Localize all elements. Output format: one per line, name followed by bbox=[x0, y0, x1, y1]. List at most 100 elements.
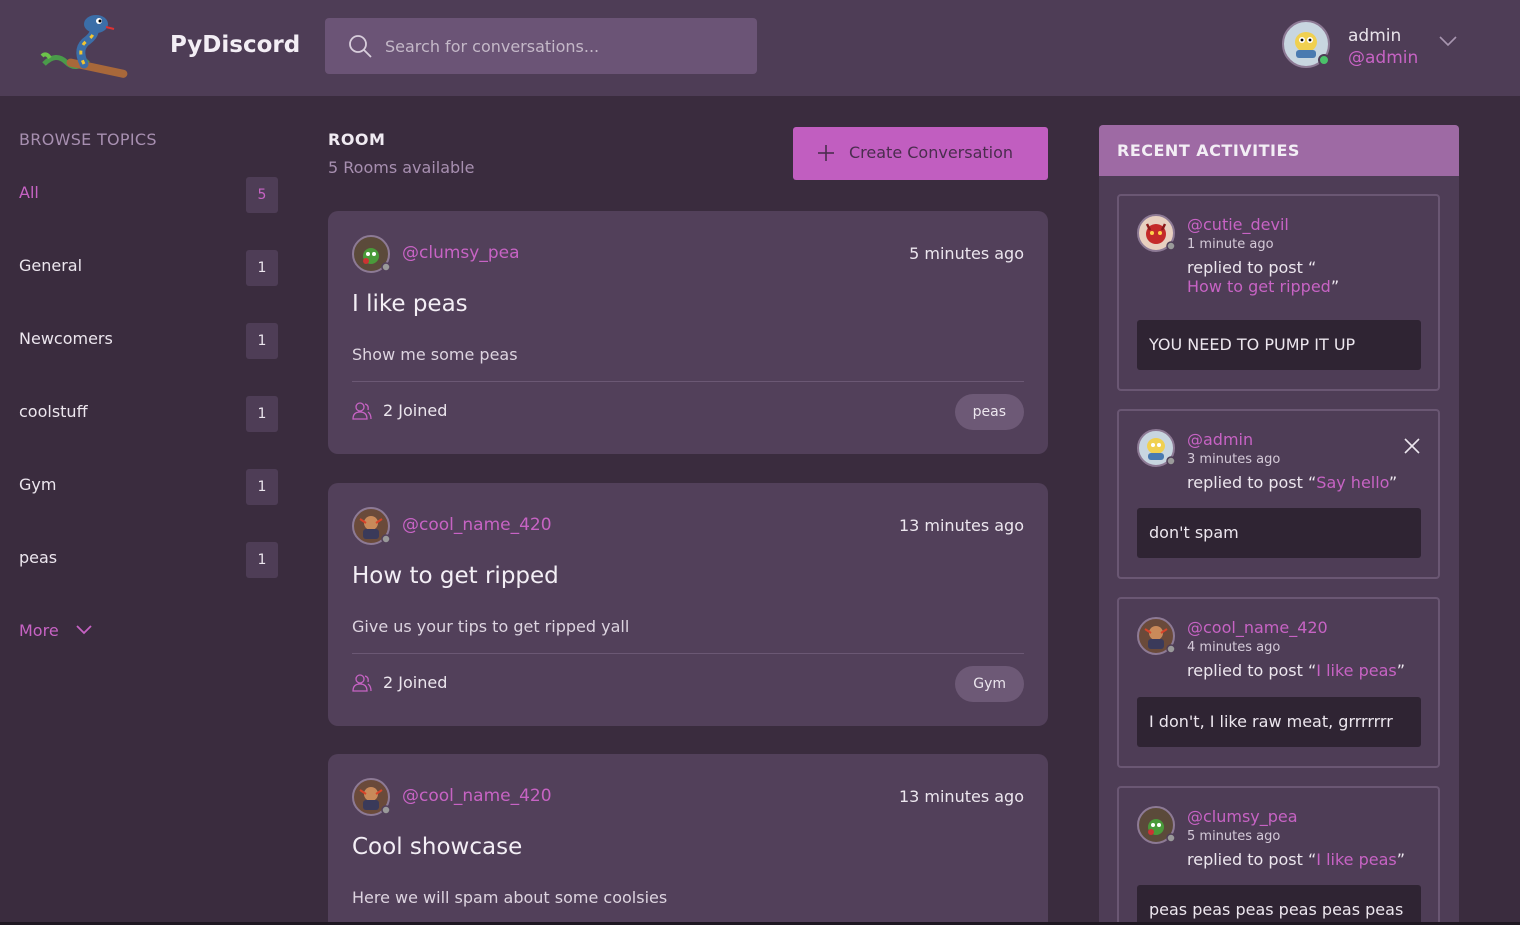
recent-activities-panel: RECENT ACTIVITIES @cutie_devil 1 minute … bbox=[1099, 125, 1459, 925]
joined-count: 2 Joined bbox=[383, 401, 448, 420]
search-icon[interactable] bbox=[347, 33, 373, 59]
avatar[interactable] bbox=[1137, 617, 1175, 655]
create-conversation-button[interactable]: Create Conversation bbox=[793, 127, 1048, 180]
search-bar bbox=[325, 18, 757, 74]
room-title-link[interactable]: I like peas bbox=[352, 291, 468, 317]
activity-author-link[interactable]: @clumsy_pea bbox=[1187, 807, 1298, 826]
avatar[interactable] bbox=[352, 778, 390, 816]
room-card: @cool_name_420 13 minutes ago How to get… bbox=[328, 483, 1048, 726]
activity-suffix: ” bbox=[1396, 850, 1406, 869]
activity-timestamp: 5 minutes ago bbox=[1187, 829, 1281, 844]
room-title-link[interactable]: How to get ripped bbox=[352, 563, 559, 589]
activity-suffix: ” bbox=[1396, 661, 1406, 680]
activity-post-link[interactable]: I like peas bbox=[1316, 850, 1396, 869]
room-title-link[interactable]: Cool showcase bbox=[352, 834, 522, 860]
divider bbox=[352, 653, 1024, 654]
room-card: @clumsy_pea 5 minutes ago I like peas Sh… bbox=[328, 211, 1048, 454]
close-icon[interactable] bbox=[1403, 437, 1421, 455]
user-name: admin bbox=[1348, 26, 1402, 46]
activity-suffix: ” bbox=[1388, 473, 1398, 492]
room-timestamp: 5 minutes ago bbox=[909, 244, 1024, 263]
topic-count-badge: 1 bbox=[246, 323, 278, 359]
topic-count-badge: 1 bbox=[246, 250, 278, 286]
users-icon bbox=[352, 402, 372, 420]
room-author-link[interactable]: @clumsy_pea bbox=[402, 243, 520, 263]
activity-message: YOU NEED TO PUMP IT UP bbox=[1137, 320, 1421, 370]
room-description: Here we will spam about some coolsies bbox=[352, 888, 668, 907]
app-title[interactable]: PyDiscord bbox=[170, 32, 300, 58]
activity-card: @clumsy_pea 5 minutes ago replied to pos… bbox=[1117, 786, 1440, 925]
activity-card: @cool_name_420 4 minutes ago replied to … bbox=[1117, 597, 1440, 768]
users-icon bbox=[352, 674, 372, 692]
chevron-down-icon bbox=[76, 625, 92, 635]
topic-label: Newcomers bbox=[19, 329, 113, 348]
topic-label: All bbox=[19, 183, 39, 202]
recent-activities-header: RECENT ACTIVITIES bbox=[1099, 125, 1459, 176]
top-header: PyDiscord admin @admin bbox=[0, 0, 1520, 96]
topic-item-general[interactable]: General 1 bbox=[19, 250, 279, 286]
topic-label: peas bbox=[19, 548, 58, 567]
room-heading: ROOM bbox=[328, 130, 386, 149]
avatar[interactable] bbox=[1137, 806, 1175, 844]
room-author-link[interactable]: @cool_name_420 bbox=[402, 786, 552, 806]
topic-item-peas[interactable]: peas 1 bbox=[19, 542, 279, 578]
search-input[interactable] bbox=[385, 18, 745, 74]
topic-item-newcomers[interactable]: Newcomers 1 bbox=[19, 323, 279, 359]
avatar[interactable] bbox=[1282, 20, 1330, 68]
create-conversation-label: Create Conversation bbox=[849, 143, 1014, 162]
activity-card: @cutie_devil 1 minute ago replied to pos… bbox=[1117, 194, 1440, 391]
chevron-down-icon[interactable] bbox=[1438, 34, 1458, 48]
topic-item-all[interactable]: All 5 bbox=[19, 177, 279, 213]
browse-topics-heading: BROWSE TOPICS bbox=[19, 130, 157, 149]
room-timestamp: 13 minutes ago bbox=[898, 516, 1024, 535]
activity-post-link[interactable]: Say hello bbox=[1316, 473, 1389, 492]
topic-item-coolstuff[interactable]: coolstuff 1 bbox=[19, 396, 279, 432]
avatar[interactable] bbox=[352, 507, 390, 545]
room-topic-tag[interactable]: peas bbox=[954, 394, 1024, 430]
avatar[interactable] bbox=[352, 235, 390, 273]
activity-prefix: replied to post “ bbox=[1187, 850, 1317, 869]
activity-description: replied to post “How to get ripped” bbox=[1187, 258, 1427, 296]
activity-author-link[interactable]: @admin bbox=[1187, 430, 1253, 449]
avatar[interactable] bbox=[1137, 429, 1175, 467]
activity-post-link[interactable]: How to get ripped bbox=[1187, 277, 1331, 296]
user-menu[interactable]: admin @admin bbox=[1282, 20, 1472, 72]
activity-timestamp: 4 minutes ago bbox=[1187, 640, 1281, 655]
avatar[interactable] bbox=[1137, 214, 1175, 252]
user-handle: @admin bbox=[1348, 48, 1419, 68]
activity-post-link[interactable]: I like peas bbox=[1316, 661, 1396, 680]
topic-count-badge: 1 bbox=[246, 542, 278, 578]
room-description: Show me some peas bbox=[352, 345, 518, 364]
topic-label: coolstuff bbox=[19, 402, 88, 421]
topic-count-badge: 1 bbox=[246, 469, 278, 505]
recent-activities-title: RECENT ACTIVITIES bbox=[1117, 141, 1300, 160]
activity-message: peas peas peas peas peas peas bbox=[1137, 885, 1421, 925]
more-label: More bbox=[19, 621, 59, 640]
more-topics-link[interactable]: More bbox=[19, 619, 109, 643]
topic-label: Gym bbox=[19, 475, 57, 494]
activity-description: replied to post “I like peas” bbox=[1187, 661, 1427, 680]
activity-author-link[interactable]: @cutie_devil bbox=[1187, 215, 1289, 234]
activity-message: I don't, I like raw meat, grrrrrrr bbox=[1137, 697, 1421, 747]
topic-item-gym[interactable]: Gym 1 bbox=[19, 469, 279, 505]
activity-description: replied to post “I like peas” bbox=[1187, 850, 1427, 869]
activity-timestamp: 3 minutes ago bbox=[1187, 452, 1281, 467]
room-card: @cool_name_420 13 minutes ago Cool showc… bbox=[328, 754, 1048, 925]
rooms-available-count: 5 Rooms available bbox=[328, 158, 475, 177]
room-topic-tag[interactable]: Gym bbox=[955, 666, 1024, 702]
joined-count: 2 Joined bbox=[383, 673, 448, 692]
activity-author-link[interactable]: @cool_name_420 bbox=[1187, 618, 1328, 637]
activity-prefix: replied to post “ bbox=[1187, 473, 1317, 492]
activity-prefix: replied to post “ bbox=[1187, 661, 1317, 680]
room-timestamp: 13 minutes ago bbox=[898, 787, 1024, 806]
topic-count-badge: 1 bbox=[246, 396, 278, 432]
room-author-link[interactable]: @cool_name_420 bbox=[402, 515, 552, 535]
topic-label: General bbox=[19, 256, 83, 275]
activity-suffix: ” bbox=[1330, 277, 1340, 296]
plus-icon bbox=[818, 145, 834, 161]
activity-prefix: replied to post “ bbox=[1187, 258, 1317, 277]
room-description: Give us your tips to get ripped yall bbox=[352, 617, 630, 636]
activity-description: replied to post “Say hello” bbox=[1187, 473, 1427, 492]
python-snake-logo-icon[interactable] bbox=[36, 12, 132, 80]
topic-count-badge: 5 bbox=[246, 177, 278, 213]
